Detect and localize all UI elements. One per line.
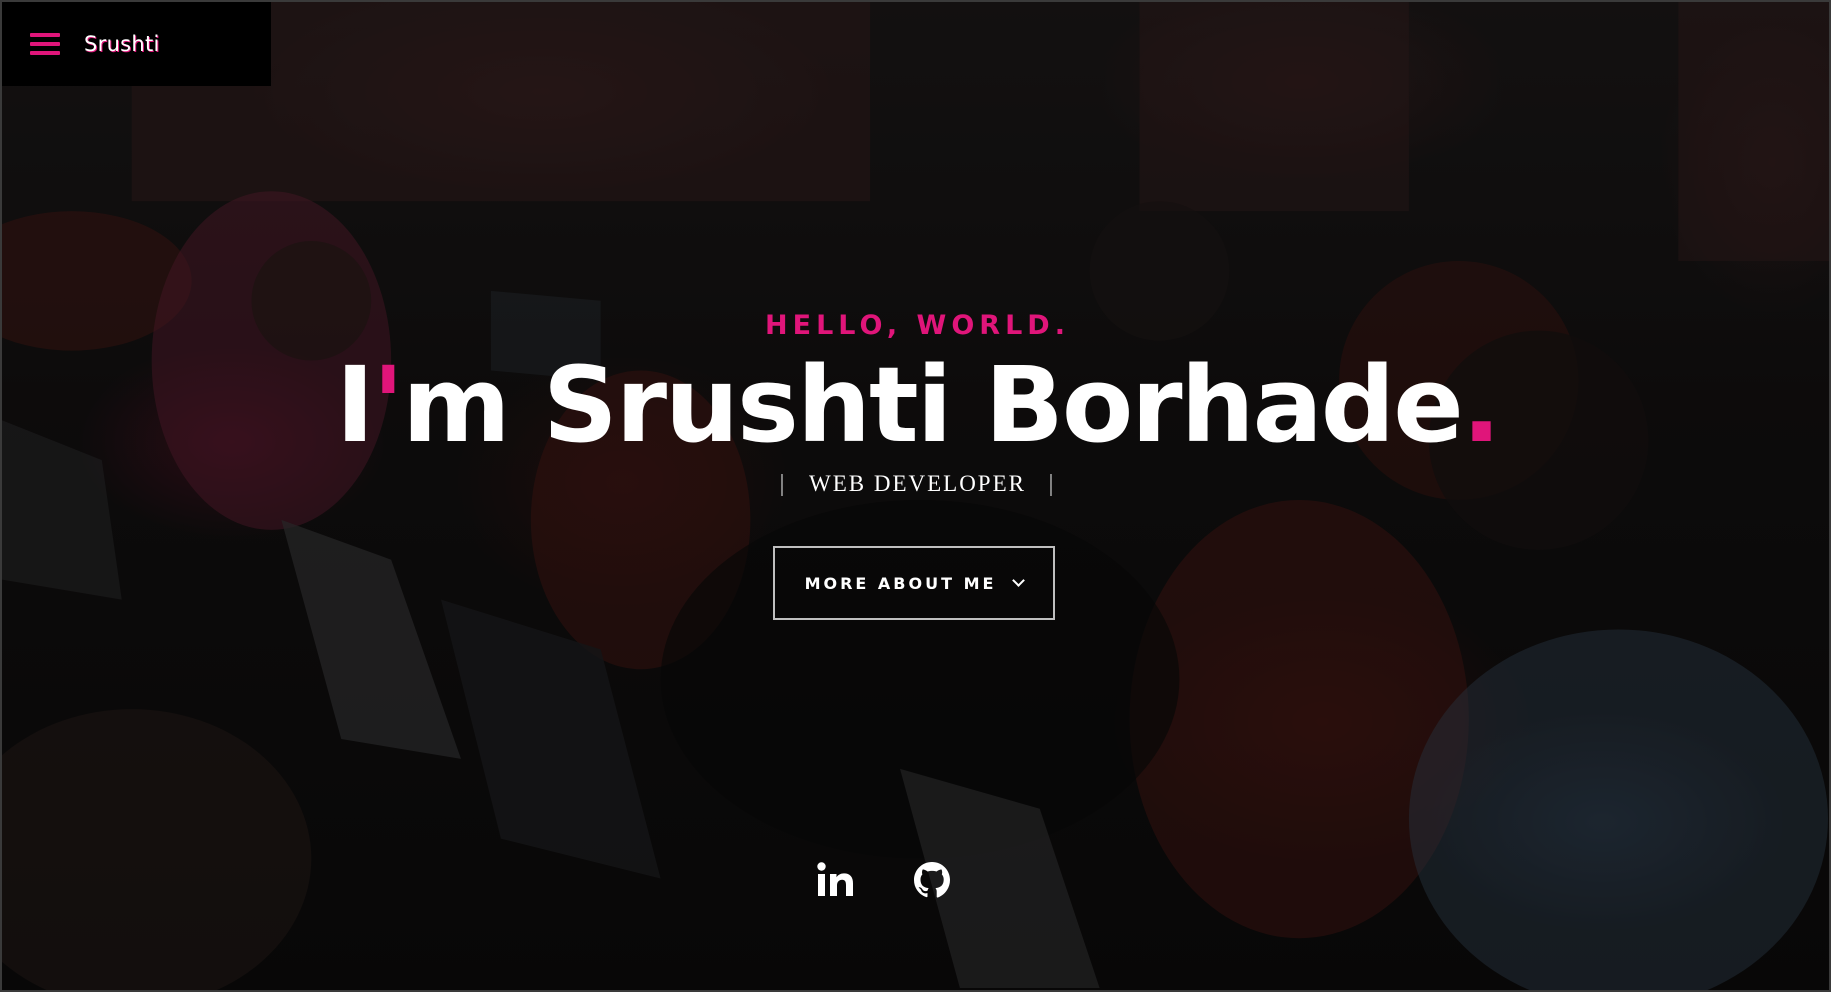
top-nav-bar: Srushti bbox=[2, 2, 271, 86]
intro-content: HELLO, WORLD. I'm Srushti Borhade. | WEB … bbox=[2, 2, 1829, 990]
headline-name: m Srushti Borhade bbox=[402, 344, 1464, 466]
headline-period: . bbox=[1461, 344, 1501, 466]
page-title: I'm Srushti Borhade. bbox=[2, 340, 1829, 470]
role-divider-right: | bbox=[1048, 470, 1056, 496]
role-divider-left: | bbox=[779, 470, 787, 496]
chevron-down-icon bbox=[1012, 574, 1026, 587]
hero-section: Srushti HELLO, WORLD. I'm Srushti Borhad… bbox=[0, 0, 1831, 992]
role-text: WEB DEVELOPER bbox=[808, 471, 1026, 496]
headline-apostrophe: ' bbox=[372, 344, 404, 466]
headline-start: I bbox=[335, 344, 375, 466]
social-links bbox=[816, 860, 952, 900]
more-about-me-button[interactable]: MORE ABOUT ME bbox=[773, 546, 1055, 620]
linkedin-icon bbox=[817, 862, 853, 896]
hamburger-menu-icon[interactable] bbox=[30, 31, 60, 57]
brand-logo-link[interactable]: Srushti bbox=[84, 32, 160, 56]
github-icon bbox=[914, 862, 950, 898]
role-subtitle: | WEB DEVELOPER | bbox=[2, 470, 1829, 497]
linkedin-link[interactable] bbox=[816, 860, 856, 900]
greeting-text: HELLO, WORLD. bbox=[765, 310, 1070, 341]
more-about-me-label: MORE ABOUT ME bbox=[804, 573, 997, 593]
github-link[interactable] bbox=[912, 860, 952, 900]
